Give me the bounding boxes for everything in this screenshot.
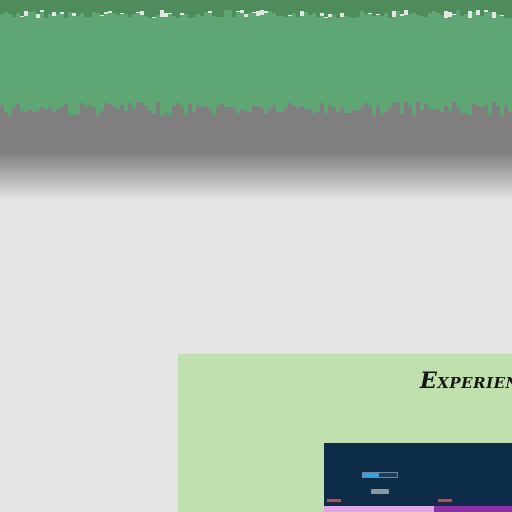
preview-status-pill — [327, 498, 341, 502]
preview-purple-panel — [434, 506, 512, 512]
preview-status-right — [436, 498, 452, 502]
hero-banner — [0, 0, 512, 200]
card-heading: Experien — [420, 368, 512, 394]
preview-pink-panel — [324, 506, 434, 512]
app-preview-screenshot[interactable] — [324, 443, 512, 512]
preview-input-field — [362, 472, 398, 478]
preview-status-left — [325, 498, 341, 502]
banner-art — [0, 0, 512, 200]
experience-card: Experien — [178, 354, 512, 512]
preview-input-fill — [363, 473, 379, 477]
preview-button — [371, 489, 389, 494]
preview-status-pill — [438, 498, 452, 502]
